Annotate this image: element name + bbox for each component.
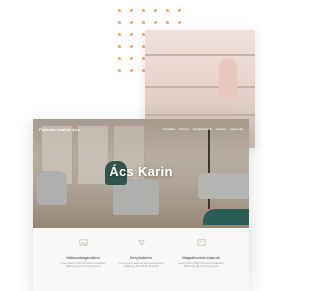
nav-item[interactable]: Rólunk [179,127,188,131]
decorative-dot [142,9,145,12]
website-preview-card: Fodrász szalon Acs Kezdőlap Rólunk Szolg… [33,119,249,291]
decorative-dot [118,21,121,24]
decorative-dot [118,57,121,60]
image-icon [79,239,87,246]
feature-item: Konyhabútor Lorem ipsum dolor sit amet c… [113,238,169,269]
feature-item: Nappaliszoba bútorok Lorem ipsum dolor s… [173,238,229,269]
feature-item: Hálószobagarnitúra Lorem ipsum dolor sit… [55,238,111,269]
feature-title: Konyhabútor [129,256,153,260]
decorative-dot [178,21,181,24]
decorative-dot [154,9,157,12]
decorative-dot [142,21,145,24]
diamond-icon [137,240,145,246]
feature-desc: Lorem ipsum dolor sit amet consectetur a… [178,262,224,269]
decorative-dot [118,9,121,12]
feature-title: Nappaliszoba bútorok [182,256,220,260]
image-icon [197,239,205,246]
decorative-dot [130,21,133,24]
decorative-dot [118,33,121,36]
nav-item[interactable]: Kapcsolat [230,127,243,131]
feature-title: Hálószobagarnitúra [66,256,100,260]
nav-item[interactable]: Galéria [216,127,226,131]
nav-item[interactable]: Szolgáltatások [193,127,213,131]
nav-item[interactable]: Kezdőlap [163,127,176,131]
decorative-dot [178,9,181,12]
site-brand[interactable]: Fodrász szalon Acs [39,127,80,132]
decorative-dot [130,69,133,72]
features-section: Hálószobagarnitúra Lorem ipsum dolor sit… [33,228,249,291]
decorative-dot [130,45,133,48]
decorative-dot [130,9,133,12]
decorative-dot [166,21,169,24]
site-navbar: Fodrász szalon Acs Kezdőlap Rólunk Szolg… [39,124,243,134]
decorative-dot [130,57,133,60]
lamp-shape [219,58,237,98]
decorative-dot [166,9,169,12]
decorative-dot [130,33,133,36]
teal-accent-shape [203,209,249,225]
hero-title: Ács Karin [109,164,173,179]
decorative-dot [118,45,121,48]
nav-menu: Kezdőlap Rólunk Szolgáltatások Galéria K… [163,127,243,131]
feature-desc: Lorem ipsum dolor sit amet consectetur a… [60,262,106,269]
decorative-dot [118,69,121,72]
feature-desc: Lorem ipsum dolor sit amet consectetur a… [118,262,164,269]
decorative-dot [154,21,157,24]
